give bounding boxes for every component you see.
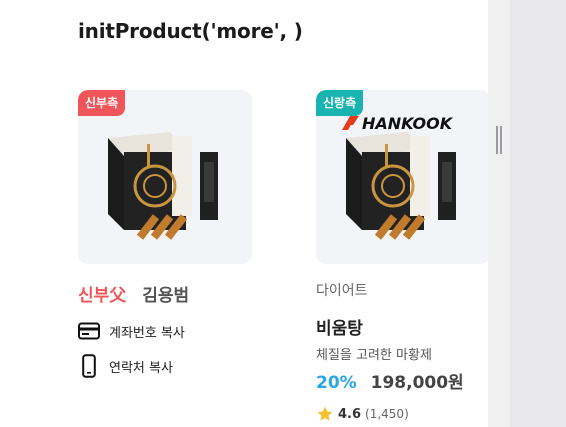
product-image[interactable]: 신부측 [78, 90, 252, 264]
content-panel: initProduct('more', ) 신부측 신부父 김용범 계좌번호 복… [52, 0, 488, 427]
badge-bride: 신부측 [78, 90, 126, 116]
role-label: 신부父 [78, 286, 127, 306]
credit-card-icon [78, 320, 100, 342]
copy-account-button[interactable]: 계좌번호 복사 [78, 320, 185, 342]
product-rating: 4.6 (1,450) [316, 405, 409, 423]
brand-text: HANKOOK [362, 114, 454, 133]
rating-score: 4.6 [338, 406, 362, 422]
product-name[interactable]: 비움탕 [316, 314, 363, 339]
left-edge [0, 0, 53, 427]
price-amount: 198,000원 [370, 373, 464, 393]
star-icon [317, 406, 333, 421]
review-count: (1,450) [365, 407, 409, 421]
contact-name-line: 신부父 김용범 [78, 281, 189, 306]
product-box-image [108, 132, 218, 240]
discount-rate: 20% [316, 373, 357, 393]
splitter-gutter [488, 0, 510, 427]
product-description: 체질을 고려한 마황제 [316, 348, 432, 363]
hankook-logo: HANKOOK [340, 112, 464, 134]
copy-phone-label: 연락처 복사 [109, 360, 173, 376]
phone-icon [78, 354, 100, 378]
right-background [510, 0, 566, 427]
code-title: initProduct('more', ) [78, 19, 303, 43]
person-name: 김용범 [142, 286, 190, 306]
resize-handle[interactable] [496, 126, 502, 154]
product-price: 20% 198,000원 [316, 368, 464, 393]
copy-account-label: 계좌번호 복사 [109, 325, 185, 341]
product-category: 다이어트 [316, 283, 368, 299]
copy-phone-button[interactable]: 연락처 복사 [78, 354, 173, 378]
